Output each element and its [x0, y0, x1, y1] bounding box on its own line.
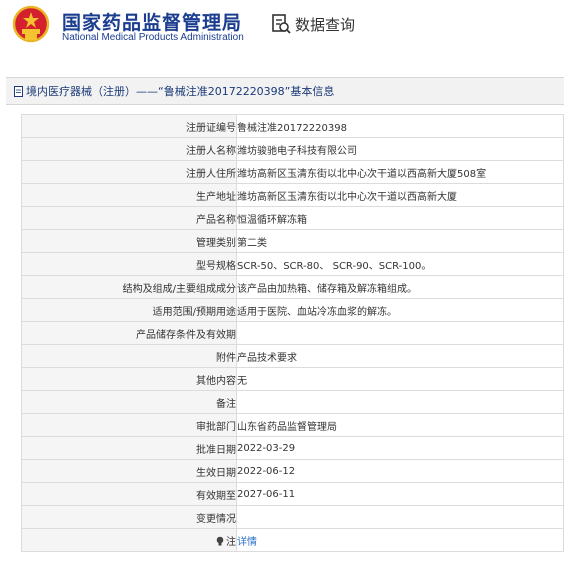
table-row: 结构及组成/主要组成成分 该产品由加热箱、储存箱及解冻箱组成。: [21, 275, 564, 299]
field-label: 注册人名称: [21, 137, 237, 161]
field-label: 有效期至: [21, 482, 237, 506]
field-label-text: 其他内容: [196, 375, 236, 387]
table-row: 注册人住所 潍坊高新区玉清东街以北中心次干道以西高新大厦508室: [21, 160, 564, 184]
field-label-text: 生产地址: [196, 191, 236, 203]
data-search-link[interactable]: 数据查询: [270, 13, 355, 35]
field-value: 鲁械注准20172220398: [236, 114, 564, 138]
spacer: [0, 52, 564, 74]
field-value: 山东省药品监督管理局: [236, 413, 564, 437]
field-label-text: 生效日期: [196, 467, 236, 479]
breadcrumb: 境内医疗器械（注册）——“鲁械注准20172220398”基本信息: [14, 83, 334, 99]
field-value: 恒温循环解冻箱: [236, 206, 564, 230]
field-label-text: 有效期至: [196, 490, 236, 502]
field-label: 注册证编号: [21, 114, 237, 138]
field-label-text: 结构及组成/主要组成成分: [122, 283, 236, 295]
field-value: 潍坊高新区玉清东街以北中心次干道以西高新大厦: [236, 183, 564, 207]
field-label-text: 注: [226, 536, 236, 548]
table-row: 注册证编号 鲁械注准20172220398: [21, 114, 564, 138]
field-label: 结构及组成/主要组成成分: [21, 275, 237, 299]
details-link[interactable]: 详情: [236, 528, 564, 552]
field-value: 该产品由加热箱、储存箱及解冻箱组成。: [236, 275, 564, 299]
bulb-icon: [216, 536, 224, 545]
table-row: 有效期至 2027-06-11: [21, 482, 564, 506]
field-label: 变更情况: [21, 505, 237, 529]
field-value: 2027-06-11: [236, 482, 564, 506]
field-label: 其他内容: [21, 367, 237, 391]
national-emblem-icon: [12, 5, 50, 43]
field-value: 2022-06-12: [236, 459, 564, 483]
field-label-text: 附件: [216, 352, 236, 364]
field-value: 无: [236, 367, 564, 391]
table-row: 附件 产品技术要求: [21, 344, 564, 368]
table-row: 其他内容无: [21, 367, 564, 391]
table-row: 生效日期 2022-06-12: [21, 459, 564, 483]
document-icon: [14, 85, 23, 97]
field-label-text: 备注: [216, 398, 236, 410]
field-label: 产品储存条件及有效期: [21, 321, 237, 345]
site-subtitle: National Medical Products Administration: [62, 32, 244, 43]
field-label: 批准日期: [21, 436, 237, 460]
field-value: SCR-50、SCR-80、 SCR-90、SCR-100。: [236, 252, 564, 276]
field-value: 2022-03-29: [236, 436, 564, 460]
field-label: 产品名称: [21, 206, 237, 230]
field-label-text: 产品名称: [196, 214, 236, 226]
field-label-text: 批准日期: [196, 444, 236, 456]
field-label-text: 注册人住所: [186, 168, 236, 180]
field-label-text: 管理类别: [196, 237, 236, 249]
field-label: 备注: [21, 390, 237, 414]
table-row: 批准日期 2022-03-29: [21, 436, 564, 460]
table-row: 生产地址 潍坊高新区玉清东街以北中心次干道以西高新大厦: [21, 183, 564, 207]
field-label: 管理类别: [21, 229, 237, 253]
field-label: 型号规格: [21, 252, 237, 276]
field-label-text: 注册证编号: [186, 122, 236, 134]
field-value: [236, 505, 564, 529]
table-row: 管理类别 第二类: [21, 229, 564, 253]
table-row: 注册人名称 潍坊骏驰电子科技有限公司: [21, 137, 564, 161]
table-row: 型号规格 SCR-50、SCR-80、 SCR-90、SCR-100。: [21, 252, 564, 276]
table-row: 注详情: [21, 528, 564, 552]
field-label-text: 型号规格: [196, 260, 236, 272]
site-title: 国家药品监督管理局: [62, 12, 243, 34]
field-label: 生产地址: [21, 183, 237, 207]
table-row: 审批部门 山东省药品监督管理局: [21, 413, 564, 437]
field-label-text: 产品储存条件及有效期: [136, 329, 236, 341]
details-table: 注册证编号 鲁械注准20172220398 注册人名称 潍坊骏驰电子科技有限公司 注册人…: [21, 114, 564, 552]
field-label: 注册人住所: [21, 160, 237, 184]
table-row: 变更情况: [21, 505, 564, 529]
search-document-icon: [272, 14, 291, 34]
field-value: 第二类: [236, 229, 564, 253]
field-value: [236, 390, 564, 414]
table-row: 适用范围/预期用途 适用于医院、血站冷冻血浆的解冻。: [21, 298, 564, 322]
search-label: 数据查询: [295, 15, 356, 34]
field-label-text: 变更情况: [196, 513, 236, 525]
field-label: 适用范围/预期用途: [21, 298, 237, 322]
site-header: 国家药品监督管理局 National Medical Products Admi…: [0, 0, 564, 52]
field-value: 产品技术要求: [236, 344, 564, 368]
field-label-text: 注册人名称: [186, 145, 236, 157]
field-value: 潍坊高新区玉清东街以北中心次干道以西高新大厦508室: [236, 160, 564, 184]
table-row: 产品储存条件及有效期: [21, 321, 564, 345]
field-label-text: 审批部门: [196, 421, 236, 433]
breadcrumb-text: 境内医疗器械（注册）——“鲁械注准20172220398”基本信息: [26, 85, 335, 98]
field-label: 生效日期: [21, 459, 237, 483]
field-label-text: 适用范围/预期用途: [152, 306, 236, 318]
field-value: 适用于医院、血站冷冻血浆的解冻。: [236, 298, 564, 322]
table-row: 产品名称 恒温循环解冻箱: [21, 206, 564, 230]
field-label: 注: [21, 528, 237, 552]
field-label: 附件: [21, 344, 237, 368]
field-value: [236, 321, 564, 345]
field-value: 潍坊骏驰电子科技有限公司: [236, 137, 564, 161]
field-label: 审批部门: [21, 413, 237, 437]
table-row: 备注: [21, 390, 564, 414]
